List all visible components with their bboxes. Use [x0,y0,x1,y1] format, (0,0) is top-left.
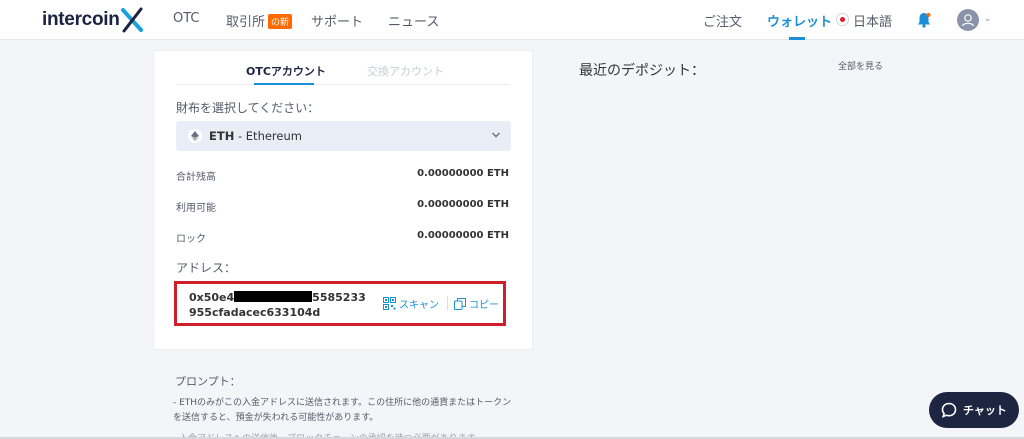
nav-support[interactable]: サポート [311,11,363,30]
chat-label: チャット [963,404,1007,417]
available-value: 0.00000000 ETH [417,199,509,210]
locked-value: 0.00000000 ETH [417,230,509,241]
active-nav-indicator [789,37,805,40]
nav-otc[interactable]: OTC [173,11,200,26]
nav-news[interactable]: ニュース [388,11,439,30]
total-balance-label: 合計残高 [176,172,216,183]
japan-flag-icon [836,13,849,26]
chat-button[interactable]: チャット [929,392,1019,428]
nav-exchange[interactable]: 取引所 の新 [226,11,293,30]
ethereum-icon [188,129,202,143]
top-nav-bar: intercoin OTC 取引所 の新 サポート ニュース ご注文 ウォレット … [0,0,1024,40]
copy-label: コピー [469,300,499,311]
prompt-title: プロンプト： [175,375,241,388]
language-selector[interactable]: 日本語 [853,11,892,30]
bell-icon[interactable] [917,12,931,28]
address-label: アドレス： [176,261,237,275]
wallet-card: OTCアカウント 交換アカウント 財布を選択してください： ETH - Ethe… [153,50,533,350]
total-balance-value: 0.00000000 ETH [417,168,509,179]
address-suffix: 5585233 [312,291,366,304]
new-badge: の新 [268,14,293,29]
nav-orders[interactable]: ご注文 [703,11,742,30]
see-all-link[interactable]: 全部を見る [838,59,883,72]
address-line-1: 0x50e4 5585233 [189,290,366,305]
active-tab-indicator [254,83,314,85]
button-divider [447,296,448,310]
user-avatar[interactable] [957,9,979,31]
wallet-select[interactable]: ETH - Ethereum [176,121,511,151]
nav-exchange-label: 取引所 [226,15,266,30]
intercoin-logo[interactable]: intercoin [42,7,143,33]
address-prefix: 0x50e4 [189,291,235,304]
prompt-text: - ETHのみがこの入金アドレスに送信されます。この住所に他の通貨またはトークン… [173,398,512,423]
logo-x-icon [120,7,143,33]
wallet-select-value: ETH - Ethereum [209,129,302,143]
tab-exchange-account[interactable]: 交換アカウント [367,63,444,79]
qr-code-icon [383,297,396,310]
deposit-address[interactable]: 0x50e4 5585233 955cfadacec633104d [189,290,366,320]
recent-deposits-title: 最近のデポジット： [579,63,705,79]
copy-icon [454,297,466,310]
locked-label: ロック [176,234,206,245]
address-line-2: 955cfadacec633104d [189,306,321,319]
redaction-bar [234,291,313,302]
tab-otc-account[interactable]: OTCアカウント [246,63,326,79]
wallet-symbol: ETH [209,129,235,143]
chevron-down-icon [492,132,500,138]
wallet-name: - Ethereum [234,129,302,143]
deposit-address-box: 0x50e45585233 955cfadacec633104d スキャン コ [174,281,506,326]
available-label: 利用可能 [176,203,216,214]
chevron-down-icon[interactable]: ⌄ [984,14,992,24]
scan-button[interactable]: スキャン [383,296,439,311]
chat-bubble-icon [941,402,957,418]
nav-wallet[interactable]: ウォレット [767,11,832,30]
logo-text: intercoin [42,9,120,30]
wallet-select-label: 財布を選択してください： [176,101,320,115]
tabs-divider [176,84,510,85]
user-icon [961,14,975,27]
scan-label: スキャン [399,300,439,311]
copy-button[interactable]: コピー [454,296,499,311]
